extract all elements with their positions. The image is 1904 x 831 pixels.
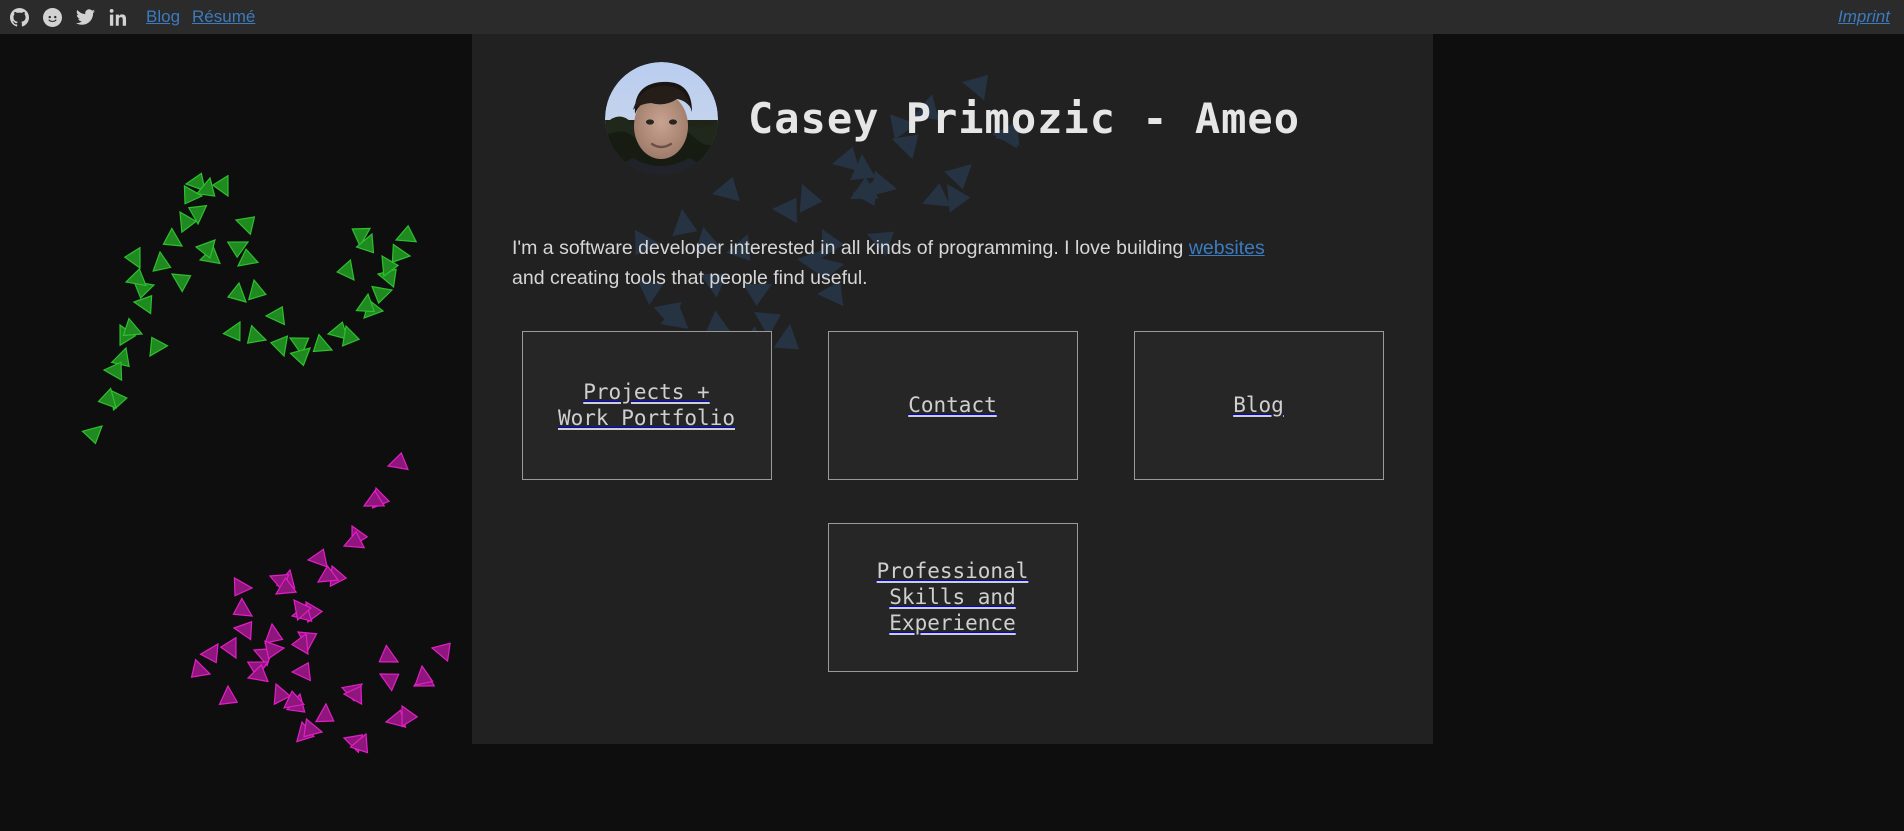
websites-link[interactable]: websites: [1189, 237, 1265, 259]
linkedin-icon[interactable]: [109, 8, 128, 27]
twitter-icon[interactable]: [76, 8, 95, 27]
green-fractal: [80, 169, 422, 445]
tile-professional-skills[interactable]: Professional Skills and Experience: [827, 522, 1078, 672]
avatar-image: [604, 62, 718, 175]
intro-text-before: I'm a software developer interested in a…: [512, 237, 1189, 259]
topbar-right-group: Imprint: [1838, 7, 1904, 27]
imprint-link[interactable]: Imprint: [1838, 7, 1890, 26]
panel-inner: Casey Primozic - Ameo I'm a software dev…: [472, 34, 1433, 744]
github-glyph: [10, 7, 29, 27]
intro-text-after: and creating tools that people find usef…: [512, 267, 868, 290]
reddit-icon[interactable]: [43, 7, 62, 27]
reddit-glyph: [43, 7, 62, 27]
nav-link-resume[interactable]: Résumé: [192, 7, 255, 27]
tile-label: Projects + Work Portfolio: [557, 380, 735, 431]
tile-label: Contact: [908, 393, 997, 418]
tile-contact[interactable]: Contact: [827, 330, 1078, 480]
main-content-panel: Casey Primozic - Ameo I'm a software dev…: [472, 34, 1433, 744]
tile-label: Professional Skills and Experience: [876, 559, 1029, 636]
github-icon[interactable]: [10, 7, 29, 27]
tile-label: Blog: [1233, 393, 1284, 418]
magenta-fractal: [185, 449, 458, 759]
tile-row-primary: Projects + Work Portfolio Contact Blog: [472, 330, 1433, 480]
top-navigation-bar: Blog Résumé Imprint: [0, 0, 1904, 34]
topbar-left-group: Blog Résumé: [0, 7, 255, 27]
avatar: [604, 62, 718, 175]
intro-paragraph: I'm a software developer interested in a…: [492, 233, 1392, 294]
nav-link-blog[interactable]: Blog: [146, 7, 180, 27]
tile-row-secondary: Professional Skills and Experience: [472, 522, 1433, 672]
tile-blog[interactable]: Blog: [1133, 330, 1384, 480]
page-header: Casey Primozic - Ameo: [472, 34, 1433, 175]
linkedin-glyph: [109, 8, 127, 26]
tile-projects-portfolio[interactable]: Projects + Work Portfolio: [521, 330, 772, 480]
topbar-text-links: Blog Résumé: [146, 7, 255, 27]
page-title: Casey Primozic - Ameo: [747, 94, 1300, 143]
twitter-glyph: [76, 9, 95, 25]
